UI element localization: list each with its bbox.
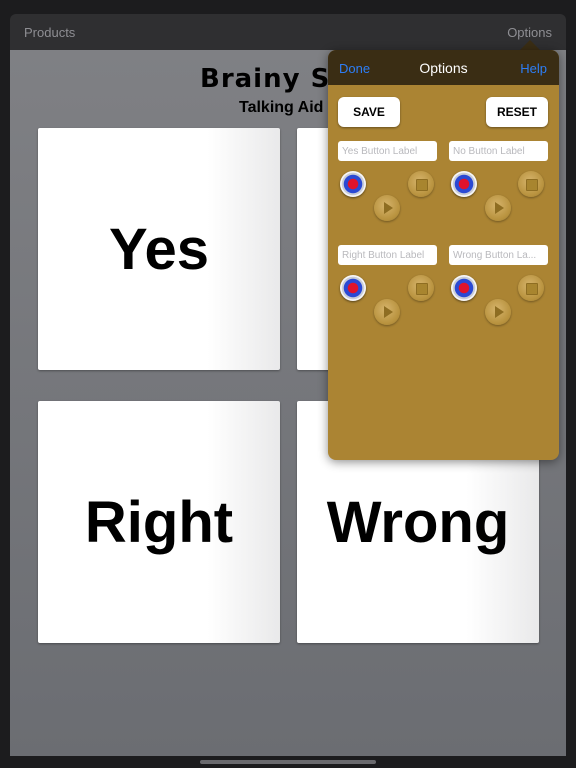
help-button[interactable]: Help [520,61,547,76]
right-label-input[interactable] [338,245,437,265]
home-indicator [200,760,376,764]
wrong-stop-icon[interactable] [518,275,544,301]
yes-stop-icon[interactable] [408,171,434,197]
no-label-input[interactable] [449,141,548,161]
app-title: Brainy Sk [200,64,349,94]
no-play-icon[interactable] [485,195,511,221]
options-popover: Done Options Help SAVE RESET [328,50,559,460]
app-subtitle: Talking Aid [239,99,324,116]
right-record-icon[interactable] [340,275,366,301]
no-record-icon[interactable] [451,171,477,197]
right-stop-icon[interactable] [408,275,434,301]
popover-header: Done Options Help [328,50,559,85]
options-button[interactable]: Options [507,25,552,40]
yes-play-icon[interactable] [374,195,400,221]
right-play-icon[interactable] [374,299,400,325]
wrong-play-icon[interactable] [485,299,511,325]
yes-card[interactable]: Yes [38,128,280,370]
right-card-label: Right [84,489,234,555]
right-card[interactable]: Right [38,401,280,643]
products-button[interactable]: Products [24,25,75,40]
navigation-bar: Products Options [10,14,566,50]
wrong-card-label: Wrong [326,489,510,555]
reset-button[interactable]: RESET [486,97,548,127]
wrong-label-input[interactable] [449,245,548,265]
popover-arrow [520,40,540,50]
save-button[interactable]: SAVE [338,97,400,127]
yes-label-input[interactable] [338,141,437,161]
yes-card-label: Yes [109,216,209,282]
yes-record-icon[interactable] [340,171,366,197]
no-stop-icon[interactable] [518,171,544,197]
wrong-record-icon[interactable] [451,275,477,301]
